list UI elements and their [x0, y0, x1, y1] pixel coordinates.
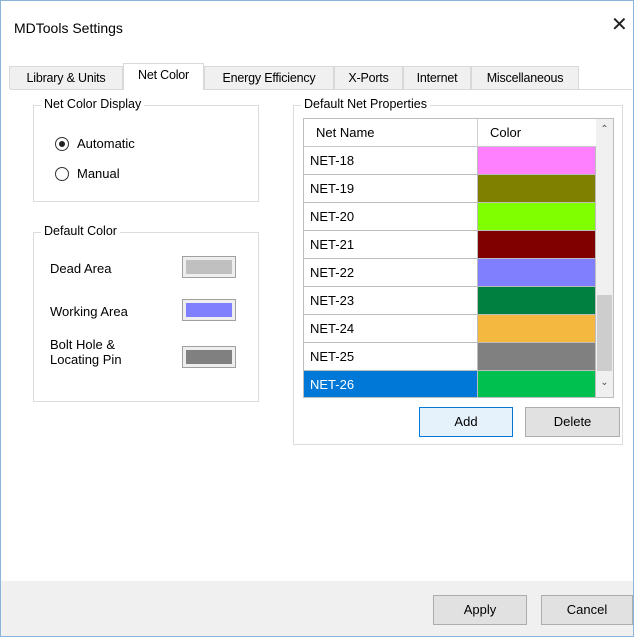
scrollbar-thumb[interactable]: [597, 295, 612, 371]
net-color-cell[interactable]: [478, 231, 596, 258]
vertical-scrollbar[interactable]: ⌃ ⌄: [596, 119, 613, 397]
net-color-cell[interactable]: [478, 147, 596, 174]
settings-window: MDTools Settings ✕ Library & Units Net C…: [0, 0, 634, 637]
close-icon[interactable]: ✕: [611, 15, 628, 35]
default-net-properties-legend: Default Net Properties: [301, 97, 430, 111]
window-title: MDTools Settings: [14, 20, 123, 36]
radio-manual[interactable]: Manual: [55, 166, 120, 181]
column-header-net-name[interactable]: Net Name: [304, 119, 478, 146]
column-header-color[interactable]: Color: [478, 119, 596, 146]
dead-area-swatch: [186, 260, 232, 274]
chevron-up-icon[interactable]: ⌃: [596, 121, 613, 138]
net-name-cell[interactable]: NET-26: [304, 371, 478, 397]
net-color-cell[interactable]: [478, 315, 596, 342]
tab-miscellaneous[interactable]: Miscellaneous: [471, 66, 579, 89]
net-name-cell[interactable]: NET-24: [304, 315, 478, 342]
net-properties-grid[interactable]: Net Name Color NET-18 NET-19 NET-20 NET-…: [303, 118, 614, 398]
bolt-hole-color-button[interactable]: [182, 346, 236, 368]
apply-button[interactable]: Apply: [433, 595, 527, 625]
net-color-cell[interactable]: [478, 371, 596, 397]
tab-strip: Library & Units Net Color Energy Efficie…: [9, 63, 609, 90]
net-name-cell[interactable]: NET-18: [304, 147, 478, 174]
add-button[interactable]: Add: [419, 407, 513, 437]
grid-header: Net Name Color: [304, 119, 596, 147]
net-name-cell[interactable]: NET-25: [304, 343, 478, 370]
default-color-legend: Default Color: [41, 224, 120, 238]
bolt-hole-swatch: [186, 350, 232, 364]
net-color-display-legend: Net Color Display: [41, 97, 145, 111]
tab-library-units[interactable]: Library & Units: [9, 66, 123, 89]
net-color-cell[interactable]: [478, 203, 596, 230]
delete-button[interactable]: Delete: [525, 407, 620, 437]
table-row[interactable]: NET-25: [304, 343, 596, 371]
radio-manual-label: Manual: [77, 166, 120, 181]
title-bar: MDTools Settings ✕: [1, 1, 633, 45]
bolt-hole-label: Bolt Hole & Locating Pin: [50, 337, 122, 367]
default-color-group: Default Color Dead Area Working Area Bol…: [33, 224, 259, 402]
table-row[interactable]: NET-21: [304, 231, 596, 259]
net-color-cell[interactable]: [478, 175, 596, 202]
dead-area-color-button[interactable]: [182, 256, 236, 278]
table-row[interactable]: NET-24: [304, 315, 596, 343]
tab-net-color[interactable]: Net Color: [123, 63, 204, 90]
net-color-cell[interactable]: [478, 259, 596, 286]
table-row[interactable]: NET-20: [304, 203, 596, 231]
table-row[interactable]: NET-19: [304, 175, 596, 203]
table-row[interactable]: NET-22: [304, 259, 596, 287]
tab-internet[interactable]: Internet: [403, 66, 471, 89]
tab-energy-efficiency[interactable]: Energy Efficiency: [204, 66, 334, 89]
chevron-down-icon[interactable]: ⌄: [596, 374, 613, 391]
working-area-label: Working Area: [50, 304, 128, 319]
table-row[interactable]: NET-23: [304, 287, 596, 315]
table-row[interactable]: NET-18: [304, 147, 596, 175]
net-name-cell[interactable]: NET-21: [304, 231, 478, 258]
radio-automatic[interactable]: Automatic: [55, 136, 135, 151]
net-name-cell[interactable]: NET-23: [304, 287, 478, 314]
net-name-cell[interactable]: NET-20: [304, 203, 478, 230]
net-color-cell[interactable]: [478, 287, 596, 314]
table-row-selected[interactable]: NET-26: [304, 371, 596, 397]
radio-automatic-label: Automatic: [77, 136, 135, 151]
net-name-cell[interactable]: NET-19: [304, 175, 478, 202]
net-color-display-group: Net Color Display Automatic Manual: [33, 97, 259, 202]
dead-area-label: Dead Area: [50, 261, 112, 276]
radio-checked-icon: [55, 136, 69, 151]
working-area-swatch: [186, 303, 232, 317]
net-name-cell[interactable]: NET-22: [304, 259, 478, 286]
net-color-cell[interactable]: [478, 343, 596, 370]
radio-unchecked-icon: [55, 166, 69, 181]
working-area-color-button[interactable]: [182, 299, 236, 321]
tab-x-ports[interactable]: X-Ports: [334, 66, 403, 89]
cancel-button[interactable]: Cancel: [541, 595, 633, 625]
footer-bar: Apply Cancel: [1, 581, 633, 636]
